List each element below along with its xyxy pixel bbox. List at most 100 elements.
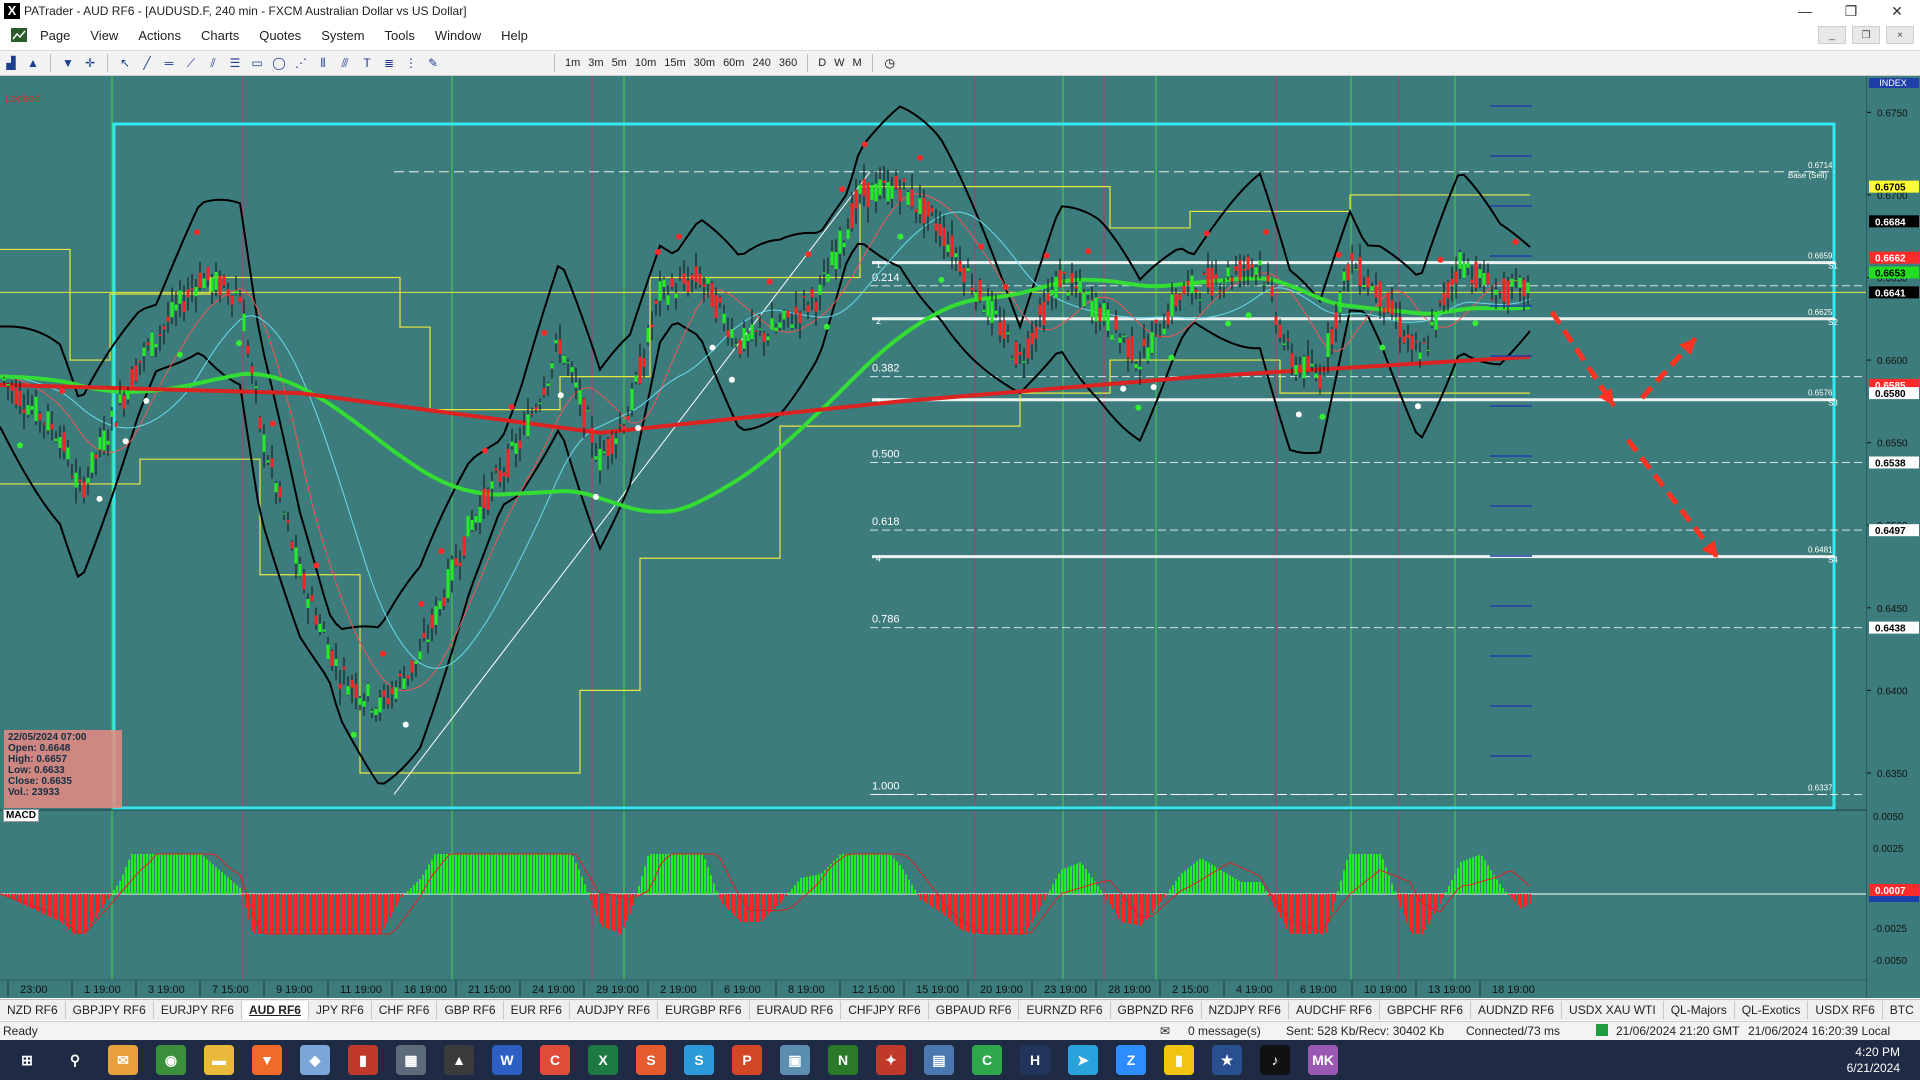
symbol-tab-gbpchf-rf6[interactable]: GBPCHF RF6: [1380, 1001, 1472, 1019]
price-axis[interactable]: INDEX0.67500.67000.66500.66000.65500.650…: [1866, 76, 1920, 998]
symbol-tab-ql-majors[interactable]: QL-Majors: [1664, 1001, 1735, 1019]
clock-icon[interactable]: ◷: [881, 54, 899, 72]
symbol-tab-eurjpy-rf6[interactable]: EURJPY RF6: [154, 1001, 242, 1019]
minimize-button[interactable]: —: [1782, 0, 1828, 22]
menu-page[interactable]: Page: [30, 28, 80, 43]
symbol-tab-chf-rf6[interactable]: CHF RF6: [372, 1001, 438, 1019]
chart-icon[interactable]: ▟: [2, 54, 20, 72]
timeframe-240-button[interactable]: 240: [748, 54, 774, 72]
cycle-icon[interactable]: ⦀: [314, 54, 332, 72]
symbol-tab-audchf-rf6[interactable]: AUDCHF RF6: [1289, 1001, 1380, 1019]
symbol-tab-jpy-rf6[interactable]: JPY RF6: [309, 1001, 372, 1019]
symbol-tab-gbp-rf6[interactable]: GBP RF6: [437, 1001, 504, 1019]
timeframe-1m-button[interactable]: 1m: [561, 54, 584, 72]
timeframe-15m-button[interactable]: 15m: [660, 54, 689, 72]
menu-actions[interactable]: Actions: [128, 28, 191, 43]
timeframe-5m-button[interactable]: 5m: [608, 54, 631, 72]
folder-icon[interactable]: ▬: [204, 1045, 234, 1075]
symbol-tab-usdx-rf6[interactable]: USDX RF6: [1808, 1001, 1883, 1019]
fibo-fan-icon[interactable]: ⋮: [402, 54, 420, 72]
h-app-icon[interactable]: H: [1020, 1045, 1050, 1075]
trendline-icon[interactable]: ⟋: [182, 54, 200, 72]
calculator-icon[interactable]: ▦: [396, 1045, 426, 1075]
mdi-close-button[interactable]: ×: [1886, 26, 1914, 44]
symbol-tab-eurnzd-rf6[interactable]: EURNZD RF6: [1019, 1001, 1111, 1019]
arrow-down-icon[interactable]: ▼: [59, 54, 77, 72]
hline-icon[interactable]: ═: [160, 54, 178, 72]
fibo-ext-icon[interactable]: ≣: [380, 54, 398, 72]
timeframe-10m-button[interactable]: 10m: [631, 54, 660, 72]
remote-app-icon[interactable]: ▤: [924, 1045, 954, 1075]
symbol-tab-audjpy-rf6[interactable]: AUDJPY RF6: [570, 1001, 659, 1019]
symbol-tab-usdx-xau-wti[interactable]: USDX XAU WTI: [1562, 1001, 1664, 1019]
tiktok-icon[interactable]: ♪: [1260, 1045, 1290, 1075]
chrome-icon[interactable]: ◉: [156, 1045, 186, 1075]
symbol-tab-eurgbp-rf6[interactable]: EURGBP RF6: [658, 1001, 750, 1019]
search-icon[interactable]: ⚲: [60, 1045, 90, 1075]
chart-menu-icon[interactable]: [10, 26, 28, 44]
symbol-tab-gbpjpy-rf6[interactable]: GBPJPY RF6: [66, 1001, 154, 1019]
menu-help[interactable]: Help: [491, 28, 538, 43]
trading-app-icon[interactable]: ▲: [444, 1045, 474, 1075]
menu-tools[interactable]: Tools: [375, 28, 425, 43]
andrews-icon[interactable]: ⫻: [336, 54, 354, 72]
chart-canvas[interactable]: 0.214 0.382 0.500 0.618 0.786 1.000 0.6714Base…: [0, 76, 1866, 998]
symbol-tab-euraud-rf6[interactable]: EURAUD RF6: [750, 1001, 842, 1019]
n-app-icon[interactable]: N: [828, 1045, 858, 1075]
taskbar-clock[interactable]: 4:20 PM 6/21/2024: [1847, 1044, 1900, 1076]
symbol-tab-btc[interactable]: BTC: [1883, 1001, 1920, 1019]
symbol-tab-audnzd-rf6[interactable]: AUDNZD RF6: [1471, 1001, 1563, 1019]
channel-icon[interactable]: ⫽: [204, 54, 222, 72]
symbol-tab-nzd-rf6[interactable]: NZD RF6: [0, 1001, 66, 1019]
zoom-icon[interactable]: Z: [1116, 1045, 1146, 1075]
symbol-tab-gbpaud-rf6[interactable]: GBPAUD RF6: [929, 1001, 1020, 1019]
chart-area[interactable]: 0.214 0.382 0.500 0.618 0.786 1.000 0.6714 Base…: [0, 76, 1920, 998]
pencil-icon[interactable]: ✎: [424, 54, 442, 72]
timeframe-d-button[interactable]: D: [814, 54, 830, 72]
menu-charts[interactable]: Charts: [191, 28, 249, 43]
timeframe-3m-button[interactable]: 3m: [584, 54, 607, 72]
word-icon[interactable]: W: [492, 1045, 522, 1075]
symbol-tab-chfjpy-rf6[interactable]: CHFJPY RF6: [841, 1001, 929, 1019]
arrow-up-icon[interactable]: ▲: [24, 54, 42, 72]
cursor-icon[interactable]: ↖: [116, 54, 134, 72]
restore-button[interactable]: ❐: [1828, 0, 1874, 22]
camtasia-icon[interactable]: C: [972, 1045, 1002, 1075]
s-app-icon[interactable]: S: [636, 1045, 666, 1075]
mk-app-icon[interactable]: MK: [1308, 1045, 1338, 1075]
menu-system[interactable]: System: [311, 28, 374, 43]
crosshair-icon[interactable]: ✛: [81, 54, 99, 72]
timeframe-w-button[interactable]: W: [830, 54, 848, 72]
mdi-minimize-button[interactable]: _: [1818, 26, 1846, 44]
app-icon[interactable]: ◆: [300, 1045, 330, 1075]
bird-app-icon[interactable]: ✦: [876, 1045, 906, 1075]
mail-app-icon[interactable]: ✉: [108, 1045, 138, 1075]
line-icon[interactable]: ╱: [138, 54, 156, 72]
windows-start-icon[interactable]: ⊞: [12, 1045, 42, 1075]
mdi-restore-button[interactable]: ❐: [1852, 26, 1880, 44]
gann-icon[interactable]: ⋰: [292, 54, 310, 72]
powerpoint-icon[interactable]: P: [732, 1045, 762, 1075]
skype-icon[interactable]: S: [684, 1045, 714, 1075]
timeframe-360-button[interactable]: 360: [775, 54, 801, 72]
timeframe-30m-button[interactable]: 30m: [690, 54, 719, 72]
symbol-tab-gbpnzd-rf6[interactable]: GBPNZD RF6: [1111, 1001, 1202, 1019]
timeframe-m-button[interactable]: M: [849, 54, 866, 72]
star-app-icon[interactable]: ★: [1212, 1045, 1242, 1075]
rect-icon[interactable]: ▭: [248, 54, 266, 72]
symbol-tab-aud-rf6[interactable]: AUD RF6: [241, 1001, 309, 1019]
menu-window[interactable]: Window: [425, 28, 491, 43]
image-app-icon[interactable]: ▣: [780, 1045, 810, 1075]
excel-icon[interactable]: X: [588, 1045, 618, 1075]
symbol-tab-ql-exotics[interactable]: QL-Exotics: [1735, 1001, 1809, 1019]
patrader-icon[interactable]: ▮: [348, 1045, 378, 1075]
timeframe-60m-button[interactable]: 60m: [719, 54, 748, 72]
menu-view[interactable]: View: [80, 28, 128, 43]
brave-icon[interactable]: ▼: [252, 1045, 282, 1075]
text-icon[interactable]: T: [358, 54, 376, 72]
menu-quotes[interactable]: Quotes: [249, 28, 311, 43]
symbol-tab-nzdjpy-rf6[interactable]: NZDJPY RF6: [1202, 1001, 1289, 1019]
telegram-icon[interactable]: ➤: [1068, 1045, 1098, 1075]
symbol-tab-eur-rf6[interactable]: EUR RF6: [504, 1001, 570, 1019]
ellipse-icon[interactable]: ◯: [270, 54, 288, 72]
